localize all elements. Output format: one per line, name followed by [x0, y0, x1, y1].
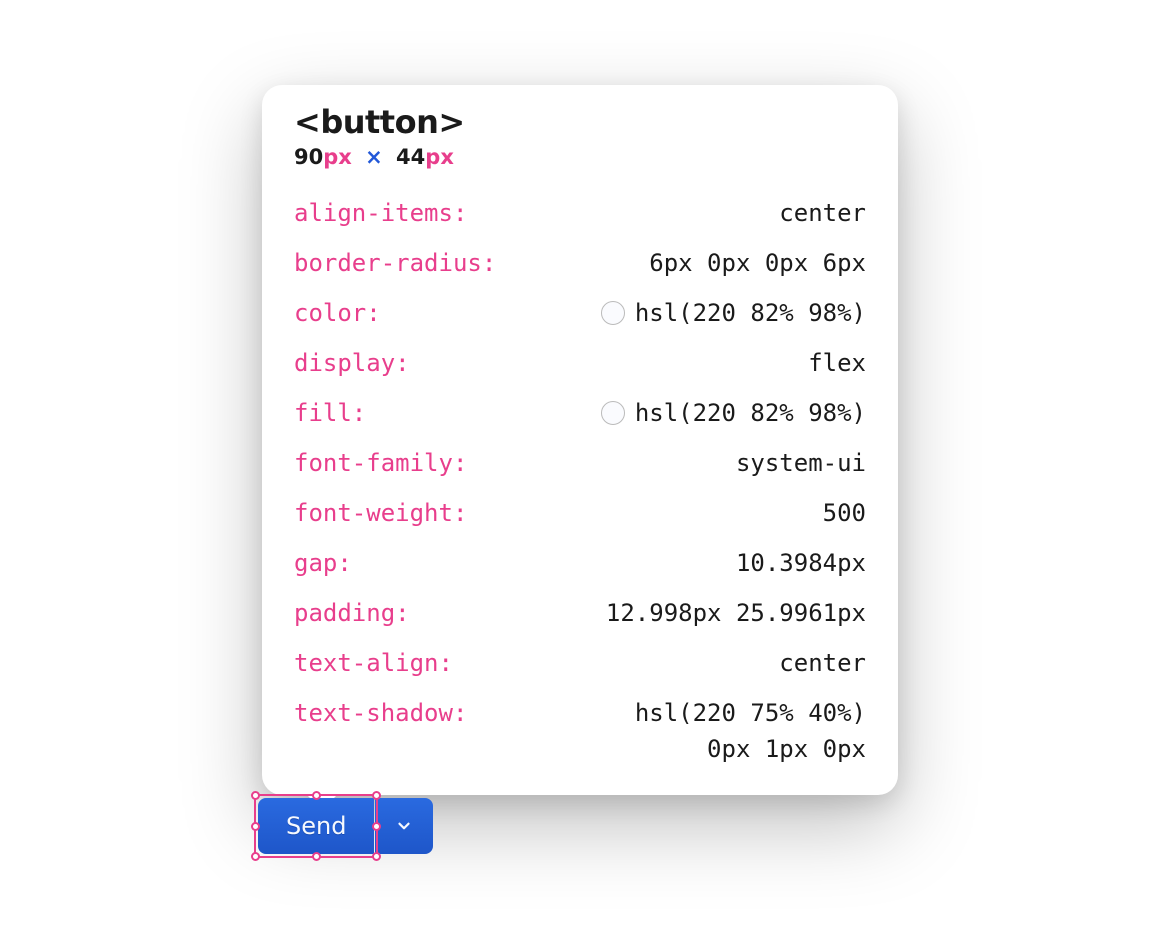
property-row: font-weight: 500 — [294, 495, 866, 531]
property-name: text-align — [294, 645, 439, 681]
property-name: fill — [294, 395, 352, 431]
property-value: hsl(220 82% 98%) — [366, 395, 866, 431]
color-swatch-icon — [601, 301, 625, 325]
send-button-group: Send — [258, 798, 433, 854]
property-value: 12.998px 25.9961px — [410, 595, 866, 631]
tooltip-header: <button> 90px × 44px — [294, 103, 866, 169]
dimension-height-number: 44 — [396, 145, 425, 169]
property-value: hsl(220 75% 40%) 0px 1px 0px — [467, 695, 866, 767]
css-properties-list: align-items: center border-radius: 6px 0… — [294, 195, 866, 767]
property-name: display — [294, 345, 395, 381]
property-row: padding: 12.998px 25.9961px — [294, 595, 866, 631]
chevron-down-icon — [395, 817, 413, 835]
property-value: hsl(220 82% 98%) — [381, 295, 866, 331]
property-row: text-shadow: hsl(220 75% 40%) 0px 1px 0p… — [294, 695, 866, 767]
property-value-line1: hsl(220 75% 40%) — [635, 695, 866, 731]
dimension-separator: × — [365, 145, 383, 169]
property-value-text: hsl(220 82% 98%) — [635, 395, 866, 431]
resize-handle-top-left[interactable] — [251, 791, 260, 800]
property-value: 500 — [467, 495, 866, 531]
property-name: text-shadow — [294, 695, 453, 731]
inspector-tooltip: <button> 90px × 44px align-items: center… — [262, 85, 898, 795]
send-button-selection-wrap: Send — [258, 798, 374, 854]
property-value-line2: 0px 1px 0px — [707, 731, 866, 767]
property-name: gap — [294, 545, 337, 581]
property-value-text: hsl(220 82% 98%) — [635, 295, 866, 331]
property-row: color: hsl(220 82% 98%) — [294, 295, 866, 331]
property-row: gap: 10.3984px — [294, 545, 866, 581]
property-row: border-radius: 6px 0px 0px 6px — [294, 245, 866, 281]
property-value: flex — [410, 345, 866, 381]
element-tag-label: <button> — [294, 103, 866, 141]
color-swatch-icon — [601, 401, 625, 425]
property-name: padding — [294, 595, 395, 631]
property-row: fill: hsl(220 82% 98%) — [294, 395, 866, 431]
property-value: center — [453, 645, 866, 681]
property-name: align-items — [294, 195, 453, 231]
property-row: text-align: center — [294, 645, 866, 681]
property-value: center — [467, 195, 866, 231]
property-name: border-radius — [294, 245, 482, 281]
property-row: display: flex — [294, 345, 866, 381]
dimension-height-unit: px — [425, 145, 454, 169]
dimension-width-unit: px — [323, 145, 352, 169]
property-row: align-items: center — [294, 195, 866, 231]
property-name: font-family — [294, 445, 453, 481]
dimension-width-number: 90 — [294, 145, 323, 169]
property-name: color — [294, 295, 366, 331]
resize-handle-bottom-left[interactable] — [251, 852, 260, 861]
property-value: 10.3984px — [352, 545, 866, 581]
property-value: 6px 0px 0px 6px — [496, 245, 866, 281]
element-dimensions: 90px × 44px — [294, 145, 866, 169]
send-button[interactable]: Send — [258, 798, 374, 854]
send-dropdown-button[interactable] — [375, 798, 433, 854]
property-row: font-family: system-ui — [294, 445, 866, 481]
property-name: font-weight — [294, 495, 453, 531]
property-value: system-ui — [467, 445, 866, 481]
